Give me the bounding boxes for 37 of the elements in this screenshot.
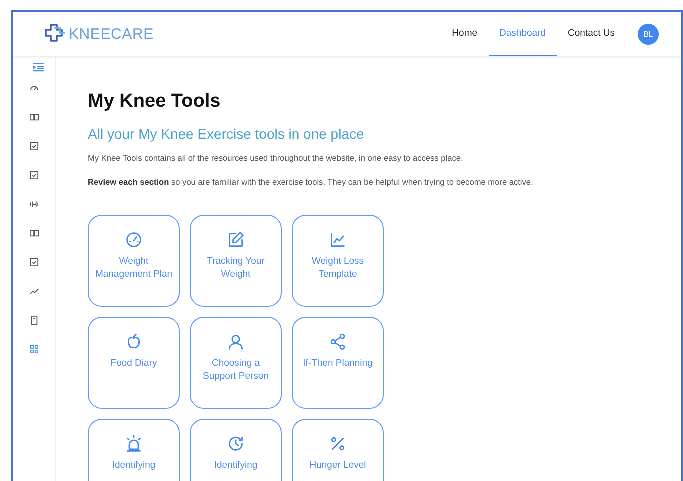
alarm-icon [125,435,143,453]
person-icon [227,333,245,351]
tool-card[interactable]: Tracking Your Weight [190,215,282,307]
nav-link[interactable]: Contact Us [557,12,626,56]
tool-card[interactable]: Hunger Level [292,419,384,481]
intro-paragraph: My Knee Tools contains all of the resources used throughout the website, in one easy to access place. [88,153,464,163]
nav-link[interactable]: Dashboard [488,12,557,56]
tool-label: Hunger Level [310,459,366,472]
page-subtitle: All your My Knee Exercise tools in one place [88,126,366,142]
avatar[interactable]: BL [638,24,659,44]
clock-icon [227,435,245,453]
page-title: My Knee Tools [88,91,222,113]
tool-label: Choosing a Support Person [202,357,270,383]
tool-label: Weight Management Plan [95,255,173,281]
tool-card[interactable]: Choosing a Support Person [190,317,282,409]
nav-link[interactable]: Home [441,12,489,56]
menu-toggle-icon[interactable] [32,63,44,72]
tool-label: Identifying [112,459,156,472]
tool-card[interactable]: Food Diary [88,317,180,409]
line-chart-icon [329,231,347,249]
tool-label: Tracking Your Weight [206,255,266,281]
tool-label: Weight Loss Template [310,255,366,281]
tool-card[interactable]: Weight Management Plan [88,215,180,307]
tool-label: Identifying [214,459,258,472]
tool-card[interactable]: Identifying [190,419,282,481]
tool-card[interactable]: If-Then Planning [292,317,384,409]
logo-text: KNEECARE [69,26,154,42]
intro-paragraph: Review each section so you are familiar with the exercise tools. They can be helpful when trying to become more active. [88,177,534,187]
tool-label: If-Then Planning [303,357,373,370]
tool-label: Food Diary [110,357,158,370]
gauge-icon [125,231,143,249]
tool-card[interactable]: Weight Loss Template [292,215,384,307]
edit-icon [227,231,245,249]
apple-icon [125,333,143,351]
share-icon [329,333,347,351]
percent-icon [329,435,347,453]
tool-card[interactable]: Identifying [88,419,180,481]
